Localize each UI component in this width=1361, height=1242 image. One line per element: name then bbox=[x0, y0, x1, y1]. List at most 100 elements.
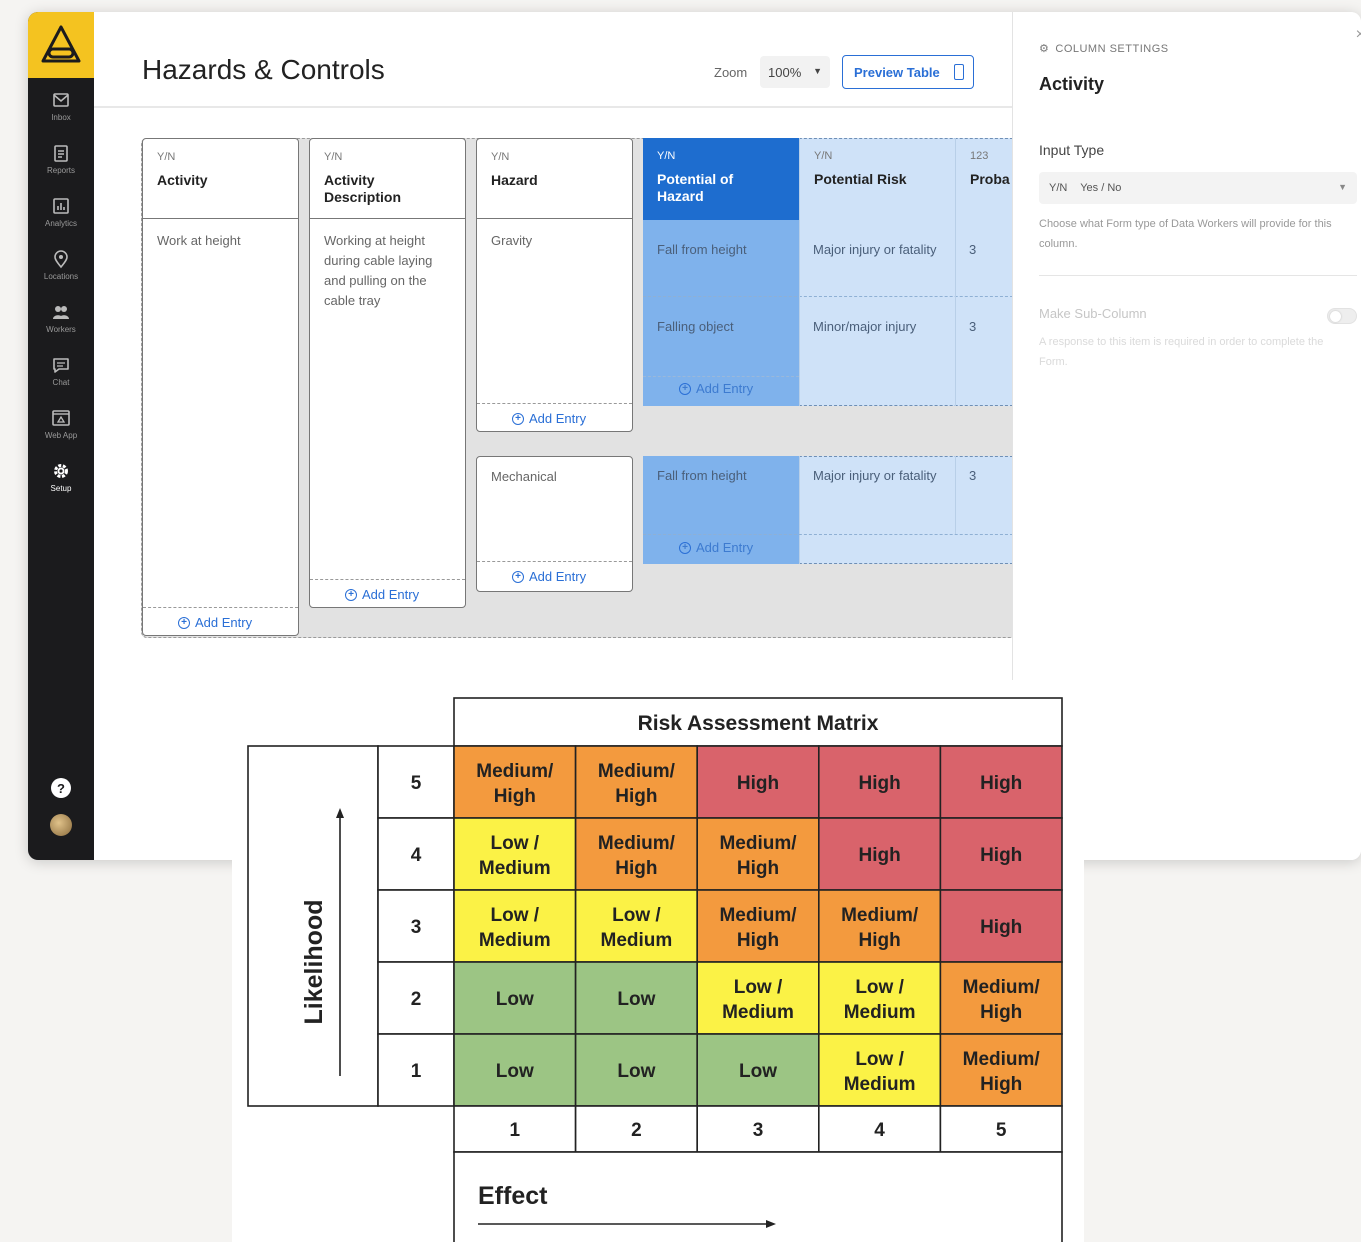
risk-value[interactable]: Minor/major injury bbox=[813, 317, 953, 337]
matrix-cell bbox=[574, 889, 699, 963]
add-entry-button[interactable]: + Add Entry bbox=[345, 587, 419, 602]
settings-kicker: ⚙ COLUMN SETTINGS bbox=[1039, 42, 1169, 56]
x-axis-label: Effect bbox=[478, 1182, 548, 1210]
matrix-cell-label: Low bbox=[617, 989, 655, 1010]
gear-icon: ⚙ bbox=[1039, 43, 1050, 55]
matrix-cell-label: High bbox=[980, 1002, 1022, 1023]
matrix-cell-label: Medium/ bbox=[598, 761, 676, 782]
gear-icon bbox=[54, 464, 68, 478]
logo[interactable] bbox=[28, 12, 94, 78]
activity-value[interactable]: Work at height bbox=[157, 231, 292, 251]
matrix-cell-label: Medium/ bbox=[598, 833, 676, 854]
divider bbox=[799, 456, 800, 564]
add-entry-label: Add Entry bbox=[362, 587, 420, 602]
chat-icon bbox=[53, 358, 69, 373]
matrix-cell-label: High bbox=[858, 845, 900, 866]
add-entry-button[interactable]: + Add Entry bbox=[679, 381, 753, 396]
sidebar-item-web-app[interactable]: Web App bbox=[28, 408, 94, 449]
x-tick-label: 3 bbox=[753, 1120, 764, 1141]
add-entry-button[interactable]: + Add Entry bbox=[178, 615, 252, 630]
column-activity[interactable]: Y/N Activity Work at height + Add Entry bbox=[142, 138, 299, 636]
sidebar-item-label: Web App bbox=[44, 431, 78, 440]
add-entry-label: Add Entry bbox=[529, 569, 587, 584]
column-header-potential-of-hazard[interactable]: Y/N Potential of Hazard bbox=[643, 138, 799, 220]
risk-value[interactable]: Major injury or fatality bbox=[813, 466, 943, 486]
risk-value[interactable]: Major injury or fatality bbox=[813, 240, 943, 260]
matrix-cell-label: High bbox=[615, 858, 657, 879]
column-name: Potential of Hazard bbox=[657, 171, 734, 204]
divider bbox=[1039, 275, 1357, 276]
probability-value[interactable]: 3 bbox=[969, 466, 976, 486]
input-type-tag: Y/N bbox=[1049, 182, 1068, 194]
sidebar-item-inbox[interactable]: Inbox bbox=[28, 90, 94, 131]
matrix-cell-label: Medium bbox=[479, 930, 551, 951]
risk-matrix-chart: Risk Assessment Matrix Likelihood 5 4 3 2 1 Med… bbox=[247, 697, 1063, 1242]
matrix-cell bbox=[453, 817, 577, 891]
help-button[interactable]: ? bbox=[51, 778, 71, 798]
phone-preview-icon bbox=[954, 64, 964, 80]
matrix-cell-label: High bbox=[980, 917, 1022, 938]
matrix-cell-label: Medium/ bbox=[841, 905, 919, 926]
plus-circle-icon: + bbox=[345, 588, 357, 601]
preview-table-button[interactable]: Preview Table bbox=[842, 55, 974, 89]
zoom-value: 100% bbox=[768, 65, 802, 80]
matrix-cell-label: Medium/ bbox=[476, 761, 554, 782]
probability-value[interactable]: 3 bbox=[969, 240, 976, 260]
matrix-cell-label: Medium/ bbox=[719, 833, 797, 854]
column-activity-description[interactable]: Y/N Activity Description Working at heig… bbox=[309, 138, 466, 608]
matrix-cell bbox=[696, 817, 820, 891]
potential-value[interactable]: Fall from height bbox=[657, 466, 747, 486]
matrix-cell bbox=[574, 817, 699, 891]
hazard-gravity[interactable]: Y/N Hazard Gravity + Add Entry bbox=[476, 138, 633, 432]
column-header[interactable]: Y/N Hazard bbox=[477, 139, 632, 219]
sidebar-item-reports[interactable]: Reports bbox=[28, 143, 94, 184]
hazard-value[interactable]: Mechanical bbox=[491, 467, 557, 487]
column-header[interactable]: Y/N Activity Description bbox=[310, 139, 465, 219]
add-entry-label: Add Entry bbox=[696, 540, 754, 555]
risk-matrix-card: Risk Assessment Matrix Likelihood 5 4 3 2 1 Med… bbox=[232, 680, 1084, 1242]
matrix-cell-label: Medium/ bbox=[963, 1049, 1041, 1070]
add-entry-button[interactable]: + Add Entry bbox=[512, 411, 586, 426]
probability-value[interactable]: 3 bbox=[969, 317, 976, 337]
divider bbox=[477, 561, 632, 562]
hazard-mechanical[interactable]: Mechanical + Add Entry bbox=[476, 456, 633, 592]
column-type: 123 bbox=[970, 150, 989, 162]
sub-column-toggle[interactable] bbox=[1327, 308, 1357, 324]
zoom-label: Zoom bbox=[714, 65, 748, 80]
inbox-icon bbox=[53, 93, 69, 107]
sidebar-item-setup[interactable]: Setup bbox=[28, 461, 94, 502]
zoom-select[interactable]: 100% ▼ bbox=[760, 56, 830, 88]
y-tick-label: 3 bbox=[411, 917, 422, 938]
x-tick-label: 5 bbox=[996, 1120, 1007, 1141]
column-header-potential-risk[interactable]: Y/N Potential Risk bbox=[799, 138, 955, 220]
sidebar-item-locations[interactable]: Locations bbox=[28, 249, 94, 290]
location-pin-icon bbox=[54, 250, 68, 269]
sidebar-item-analytics[interactable]: Analytics bbox=[28, 196, 94, 237]
potential-value[interactable]: Falling object bbox=[657, 317, 734, 337]
divider bbox=[643, 534, 1013, 535]
divider bbox=[143, 607, 298, 608]
hazard-value[interactable]: Gravity bbox=[491, 231, 532, 251]
sidebar-item-workers[interactable]: Workers bbox=[28, 302, 94, 343]
add-entry-button[interactable]: + Add Entry bbox=[679, 540, 753, 555]
matrix-cell-label: Low / bbox=[855, 1049, 904, 1070]
description-value[interactable]: Working at height during cable laying an… bbox=[324, 231, 456, 311]
sidebar: Inbox Reports Analytics Locations Worker… bbox=[28, 12, 94, 860]
preview-table-label: Preview Table bbox=[854, 65, 940, 80]
column-header[interactable]: Y/N Activity bbox=[143, 139, 298, 219]
add-entry-button[interactable]: + Add Entry bbox=[512, 569, 586, 584]
sidebar-item-chat[interactable]: Chat bbox=[28, 355, 94, 396]
chevron-down-icon: ▼ bbox=[813, 66, 822, 76]
matrix-cell bbox=[817, 1033, 942, 1107]
potential-value[interactable]: Fall from height bbox=[657, 240, 747, 260]
matrix-cell-label: Medium bbox=[722, 1002, 794, 1023]
matrix-cell-label: Low / bbox=[491, 905, 540, 926]
plus-circle-icon: + bbox=[679, 382, 691, 395]
matrix-cell-label: High bbox=[858, 930, 900, 951]
close-button[interactable]: × bbox=[1356, 26, 1361, 44]
sidebar-bottom: ? bbox=[28, 778, 94, 836]
column-header-probability[interactable]: 123 Proba bbox=[955, 138, 1013, 220]
input-type-select[interactable]: Y/N Yes / No ▼ bbox=[1039, 172, 1357, 204]
avatar[interactable] bbox=[50, 814, 72, 836]
analytics-icon bbox=[53, 198, 69, 214]
